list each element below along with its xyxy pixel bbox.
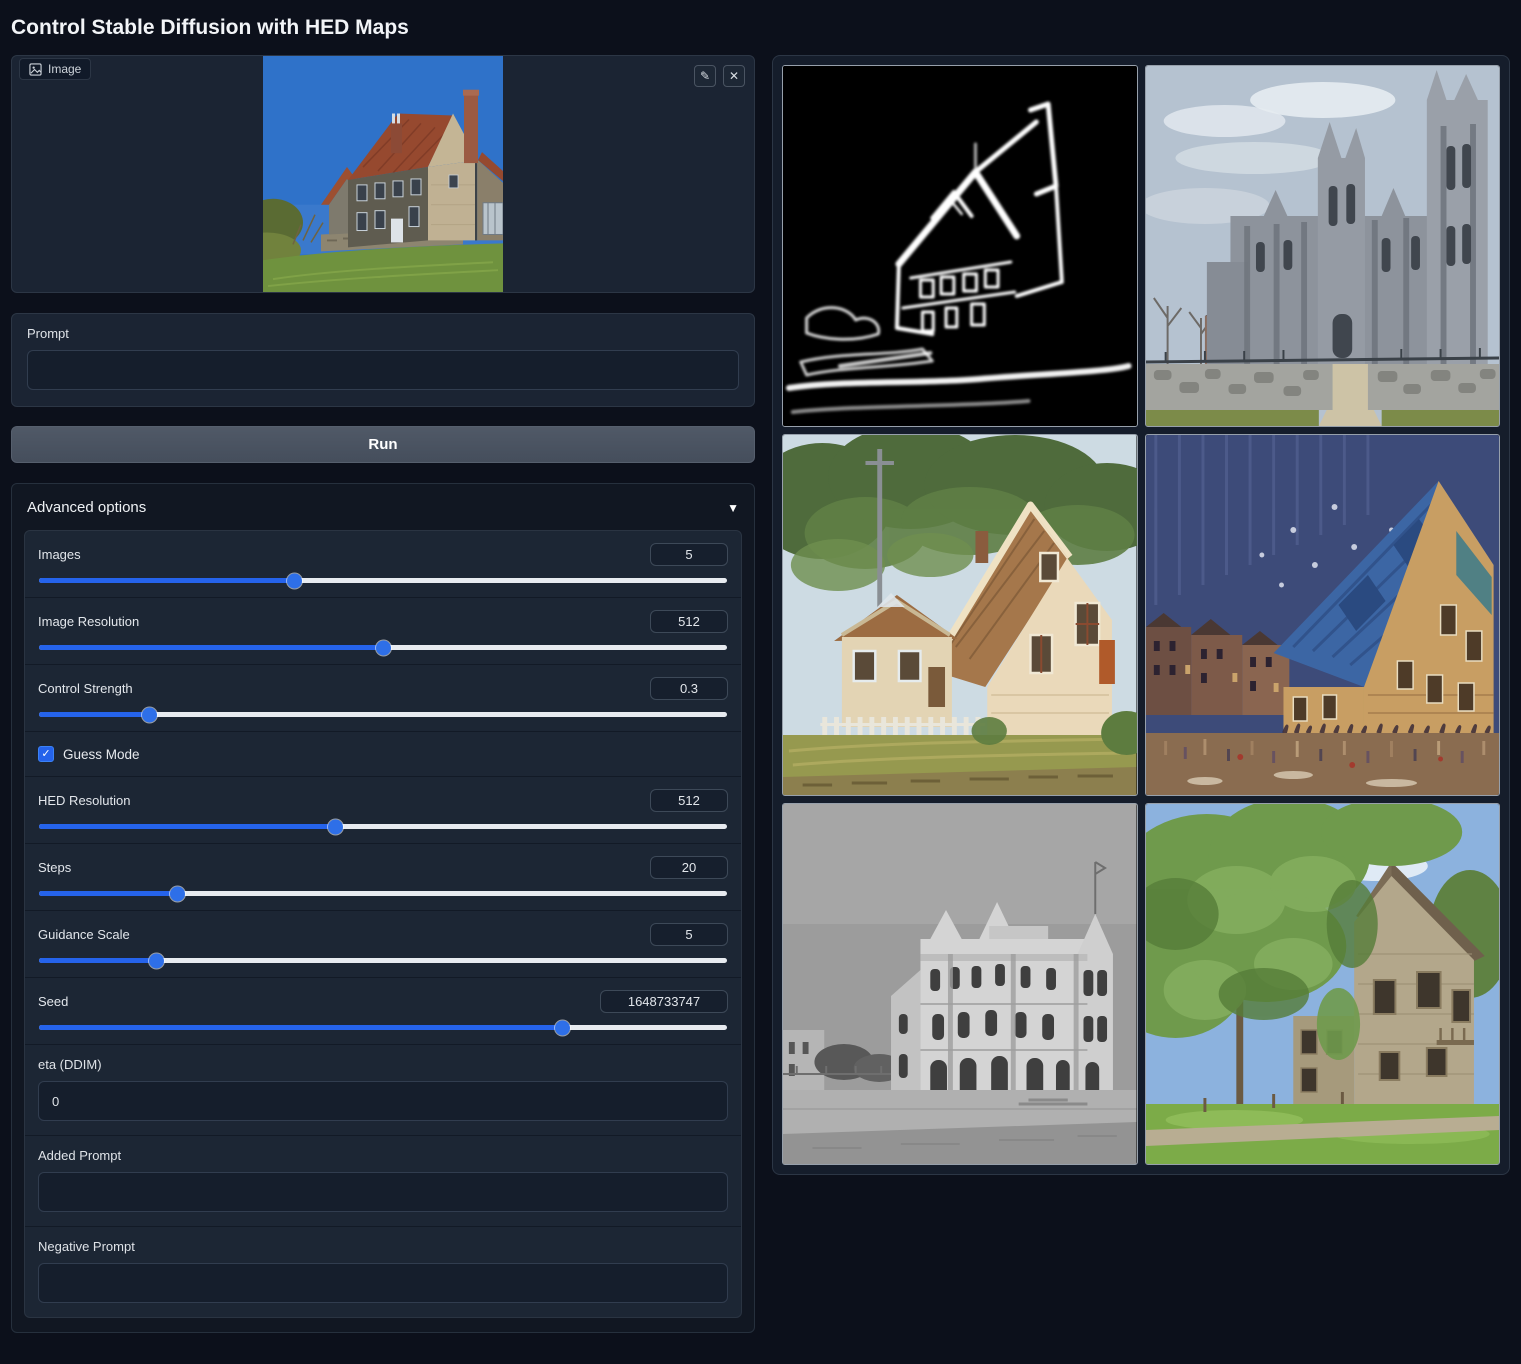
hed-map-image — [783, 66, 1137, 426]
slider-row-control-strength: Control Strength 0.3 — [25, 664, 741, 731]
app-page: Control Stable Diffusion with HED Maps I… — [0, 0, 1521, 1341]
images-slider-handle[interactable] — [287, 573, 302, 588]
slider-row-hed-resolution: HED Resolution 512 — [25, 776, 741, 843]
image-input-panel: Image ✎ ✕ — [11, 55, 755, 293]
hed-resolution-value[interactable]: 512 — [650, 789, 728, 812]
eta-label: eta (DDIM) — [38, 1057, 728, 1072]
eta-row: eta (DDIM) 0 — [25, 1044, 741, 1135]
control-strength-slider-handle[interactable] — [142, 707, 157, 722]
controls-column: Image ✎ ✕ — [11, 55, 755, 1333]
steps-slider-handle[interactable] — [170, 886, 185, 901]
painted-house-image — [783, 435, 1137, 795]
edit-image-button[interactable]: ✎ — [694, 65, 716, 87]
guidance-scale-slider-handle[interactable] — [149, 953, 164, 968]
seed-label: Seed — [38, 994, 68, 1009]
image-resolution-value[interactable]: 512 — [650, 610, 728, 633]
images-value[interactable]: 5 — [650, 543, 728, 566]
added-prompt-input[interactable] — [38, 1172, 728, 1212]
uploaded-image[interactable] — [12, 56, 754, 292]
clear-image-button[interactable]: ✕ — [723, 65, 745, 87]
negative-prompt-row: Negative Prompt — [25, 1226, 741, 1317]
guidance-scale-slider[interactable] — [39, 958, 727, 963]
image-resolution-slider-handle[interactable] — [376, 640, 391, 655]
steps-slider[interactable] — [39, 891, 727, 896]
page-title: Control Stable Diffusion with HED Maps — [11, 16, 1510, 40]
eta-input[interactable]: 0 — [38, 1081, 728, 1121]
prompt-panel: Prompt — [11, 313, 755, 407]
prompt-label: Prompt — [27, 326, 739, 341]
caret-down-icon: ▼ — [727, 501, 739, 515]
steps-value[interactable]: 20 — [650, 856, 728, 879]
gallery-item-cathedral[interactable] — [1145, 65, 1501, 427]
negative-prompt-input[interactable] — [38, 1263, 728, 1303]
gallery-item-hed-map[interactable] — [782, 65, 1138, 427]
hed-resolution-slider-handle[interactable] — [328, 819, 343, 834]
image-component-label: Image — [19, 58, 91, 80]
slider-row-seed: Seed 1648733747 — [25, 977, 741, 1044]
guidance-scale-label: Guidance Scale — [38, 927, 130, 942]
control-strength-value[interactable]: 0.3 — [650, 677, 728, 700]
output-gallery — [772, 55, 1510, 1175]
image-icon — [29, 63, 42, 76]
slider-row-image-resolution: Image Resolution 512 — [25, 597, 741, 664]
night-painting-image — [1146, 435, 1500, 795]
slider-row-images: Images 5 — [25, 531, 741, 597]
steps-label: Steps — [38, 860, 71, 875]
seed-slider[interactable] — [39, 1025, 727, 1030]
added-prompt-row: Added Prompt — [25, 1135, 741, 1226]
advanced-options-accordion: Advanced options ▼ Images 5 — [11, 483, 755, 1333]
hed-resolution-slider[interactable] — [39, 824, 727, 829]
input-house-photo — [263, 56, 503, 292]
images-label: Images — [38, 547, 81, 562]
image-actions: ✎ ✕ — [694, 65, 745, 87]
negative-prompt-label: Negative Prompt — [38, 1239, 728, 1254]
control-strength-slider[interactable] — [39, 712, 727, 717]
cathedral-image — [1146, 66, 1500, 426]
results-column — [772, 55, 1510, 1175]
image-resolution-label: Image Resolution — [38, 614, 139, 629]
advanced-options-header[interactable]: Advanced options ▼ — [12, 484, 754, 530]
advanced-options-form: Images 5 Image Resolution 512 — [24, 530, 742, 1318]
hed-resolution-label: HED Resolution — [38, 793, 131, 808]
image-label-text: Image — [48, 62, 81, 76]
guidance-scale-value[interactable]: 5 — [650, 923, 728, 946]
gallery-item-night-painting[interactable] — [1145, 434, 1501, 796]
run-button[interactable]: Run — [11, 426, 755, 463]
stone-house-image — [1146, 804, 1500, 1164]
guess-mode-checkbox[interactable] — [38, 746, 54, 762]
slider-row-guidance-scale: Guidance Scale 5 — [25, 910, 741, 977]
gallery-item-stone-house[interactable] — [1145, 803, 1501, 1165]
seed-value[interactable]: 1648733747 — [600, 990, 728, 1013]
gallery-item-grayscale-building[interactable] — [782, 803, 1138, 1165]
added-prompt-label: Added Prompt — [38, 1148, 728, 1163]
images-slider[interactable] — [39, 578, 727, 583]
guess-mode-label: Guess Mode — [63, 747, 140, 762]
advanced-options-title: Advanced options — [27, 499, 146, 516]
image-resolution-slider[interactable] — [39, 645, 727, 650]
prompt-input[interactable] — [27, 350, 739, 390]
gallery-item-painted-house[interactable] — [782, 434, 1138, 796]
control-strength-label: Control Strength — [38, 681, 133, 696]
seed-slider-handle[interactable] — [555, 1020, 570, 1035]
guess-mode-row: Guess Mode — [25, 731, 741, 776]
grayscale-building-image — [783, 804, 1137, 1164]
slider-row-steps: Steps 20 — [25, 843, 741, 910]
